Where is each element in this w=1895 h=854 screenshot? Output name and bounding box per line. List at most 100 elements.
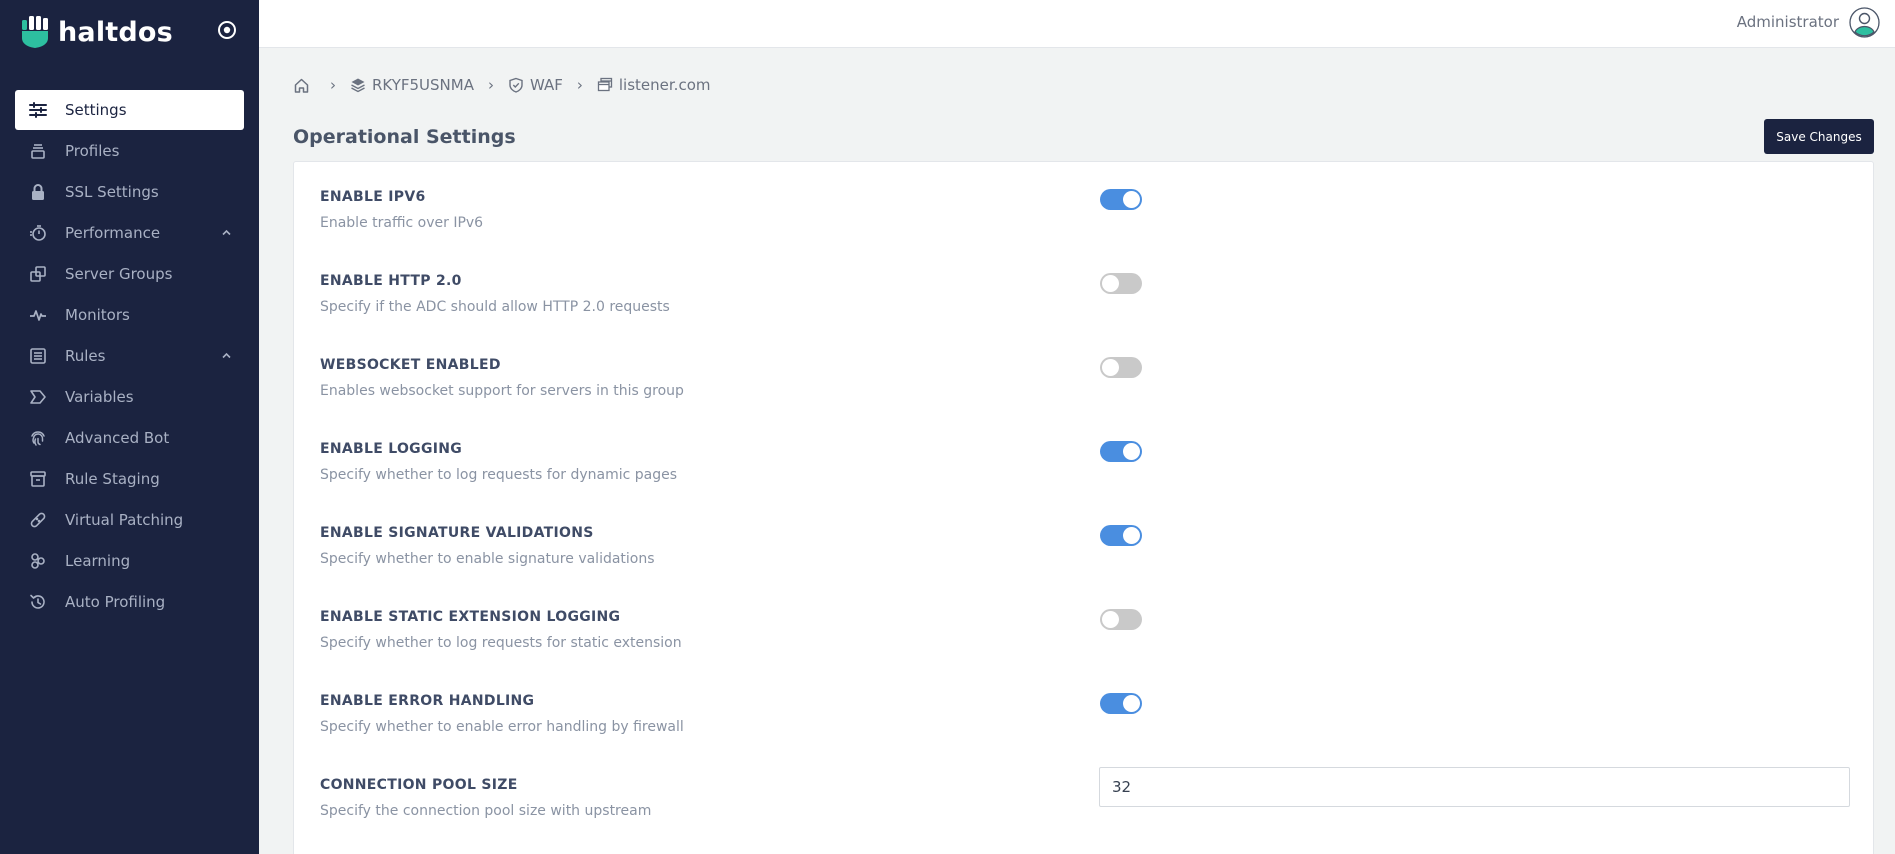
toggle-knob (1102, 275, 1119, 292)
chevron-up-icon[interactable] (220, 226, 233, 239)
setting-title: ENABLE IPV6 (320, 189, 426, 205)
enable-logging-toggle[interactable] (1100, 441, 1142, 462)
enable-signature-validations-toggle[interactable] (1100, 525, 1142, 546)
connection-pool-size-input[interactable] (1099, 767, 1850, 807)
sidebar-item-label: Rule Staging (65, 470, 160, 488)
setting-title: ENABLE LOGGING (320, 441, 463, 457)
breadcrumb-separator: › (576, 76, 583, 94)
list-icon (28, 346, 48, 366)
sliders-icon (28, 100, 48, 120)
websocket-enabled-toggle[interactable] (1100, 357, 1142, 378)
sidebar-item-label: Settings (65, 101, 127, 119)
pulse-icon (28, 305, 48, 325)
user-menu[interactable]: Administrator (1737, 4, 1880, 40)
sidebar-item-performance[interactable]: Performance (15, 213, 244, 253)
setting-title: ENABLE HTTP 2.0 (320, 273, 462, 289)
sidebar-item-learning[interactable]: Learning (15, 541, 244, 581)
brand-name: haltdos (58, 16, 173, 48)
sidebar-item-advanced-bot[interactable]: Advanced Bot (15, 418, 244, 458)
sidebar-item-monitors[interactable]: Monitors (15, 295, 244, 335)
sidebar-item-label: Performance (65, 224, 161, 242)
topbar: Administrator (259, 0, 1895, 48)
toggle-knob (1123, 695, 1140, 712)
sidebar-item-label: Advanced Bot (65, 429, 170, 447)
toggle-knob (1123, 443, 1140, 460)
breadcrumb-label: listener.com (618, 76, 711, 94)
sidebar-item-label: Server Groups (65, 265, 173, 283)
sidebar-item-label: SSL Settings (65, 183, 159, 201)
copy-icon (28, 264, 48, 284)
shield-check-icon (509, 77, 523, 93)
toggle-knob (1102, 359, 1119, 376)
setting-title: ENABLE STATIC EXTENSION LOGGING (320, 609, 621, 625)
stopwatch-icon (28, 223, 48, 243)
sidebar-item-ssl-settings[interactable]: SSL Settings (15, 172, 244, 212)
sidebar-item-label: Profiles (65, 142, 120, 160)
history-icon (28, 592, 48, 612)
setting-connection-pool-size: CONNECTION POOL SIZE Specify the connect… (320, 767, 1850, 837)
toggle-knob (1123, 527, 1140, 544)
setting-title: ENABLE ERROR HANDLING (320, 693, 535, 709)
sidebar-item-label: Virtual Patching (65, 511, 184, 529)
nodes-icon (28, 551, 48, 571)
sidebar-toggle-icon[interactable] (216, 19, 238, 41)
toggle-knob (1123, 191, 1140, 208)
sidebar-item-virtual-patching[interactable]: Virtual Patching (15, 500, 244, 540)
breadcrumb-home[interactable] (293, 77, 316, 94)
tag-icon (28, 387, 48, 407)
breadcrumb-label: WAF (529, 76, 563, 94)
chevron-up-icon[interactable] (220, 349, 233, 362)
windows-icon (597, 77, 613, 92)
operational-settings-card: ENABLE IPV6 Enable traffic over IPv6 ENA… (293, 161, 1874, 854)
setting-websocket-enabled: WEBSOCKET ENABLED Enables websocket supp… (320, 357, 1850, 417)
sidebar-item-label: Learning (65, 552, 131, 570)
setting-description: Specify whether to enable signature vali… (320, 551, 655, 567)
setting-enable-static-extension-logging: ENABLE STATIC EXTENSION LOGGING Specify … (320, 609, 1850, 669)
enable-http2-toggle[interactable] (1100, 273, 1142, 294)
enable-ipv6-toggle[interactable] (1100, 189, 1142, 210)
sidebar-item-settings[interactable]: Settings (15, 90, 244, 130)
breadcrumb-item-listener[interactable]: listener.com (597, 76, 711, 94)
toggle-knob (1102, 611, 1119, 628)
sidebar-item-server-groups[interactable]: Server Groups (15, 254, 244, 294)
breadcrumb-label: RKYF5USNMA (372, 76, 474, 94)
setting-description: Specify if the ADC should allow HTTP 2.0… (320, 299, 670, 315)
fingerprint-icon (28, 428, 48, 448)
layers-icon (351, 78, 365, 93)
sidebar-item-label: Auto Profiling (65, 593, 166, 611)
sidebar-item-label: Monitors (65, 306, 130, 324)
avatar-icon[interactable] (1849, 6, 1880, 38)
breadcrumb-item-waf[interactable]: WAF (508, 76, 563, 94)
breadcrumb-item-account[interactable]: RKYF5USNMA (350, 76, 474, 94)
sidebar-item-rules[interactable]: Rules (15, 336, 244, 376)
sidebar-item-auto-profiling[interactable]: Auto Profiling (15, 582, 244, 622)
sidebar-item-label: Rules (65, 347, 106, 365)
enable-error-handling-toggle[interactable] (1100, 693, 1142, 714)
sidebar: haltdos Settings Profiles SSL Settings P… (0, 0, 259, 854)
stack-icon (28, 141, 48, 161)
setting-description: Specify whether to enable error handling… (320, 719, 684, 735)
home-icon (294, 78, 309, 93)
enable-static-extension-logging-toggle[interactable] (1100, 609, 1142, 630)
bandage-icon (28, 510, 48, 530)
archive-icon (28, 469, 48, 489)
setting-description: Enables websocket support for servers in… (320, 383, 684, 399)
sidebar-item-rule-staging[interactable]: Rule Staging (15, 459, 244, 499)
setting-enable-ipv6: ENABLE IPV6 Enable traffic over IPv6 (320, 189, 1850, 249)
setting-title: WEBSOCKET ENABLED (320, 357, 501, 373)
breadcrumb-separator: › (330, 76, 336, 94)
breadcrumb-separator: › (487, 76, 494, 94)
sidebar-item-profiles[interactable]: Profiles (15, 131, 244, 171)
brand[interactable]: haltdos (22, 14, 173, 50)
save-changes-button[interactable]: Save Changes (1764, 119, 1874, 154)
setting-enable-signature-validations: ENABLE SIGNATURE VALIDATIONS Specify whe… (320, 525, 1850, 585)
sidebar-item-variables[interactable]: Variables (15, 377, 244, 417)
brand-logo-icon (22, 16, 48, 48)
setting-enable-error-handling: ENABLE ERROR HANDLING Specify whether to… (320, 693, 1850, 753)
lock-icon (28, 182, 48, 202)
setting-description: Specify the connection pool size with up… (320, 803, 652, 819)
setting-title: ENABLE SIGNATURE VALIDATIONS (320, 525, 594, 541)
setting-enable-http2: ENABLE HTTP 2.0 Specify if the ADC shoul… (320, 273, 1850, 333)
user-name: Administrator (1736, 13, 1839, 31)
setting-description: Specify whether to log requests for stat… (320, 635, 682, 651)
